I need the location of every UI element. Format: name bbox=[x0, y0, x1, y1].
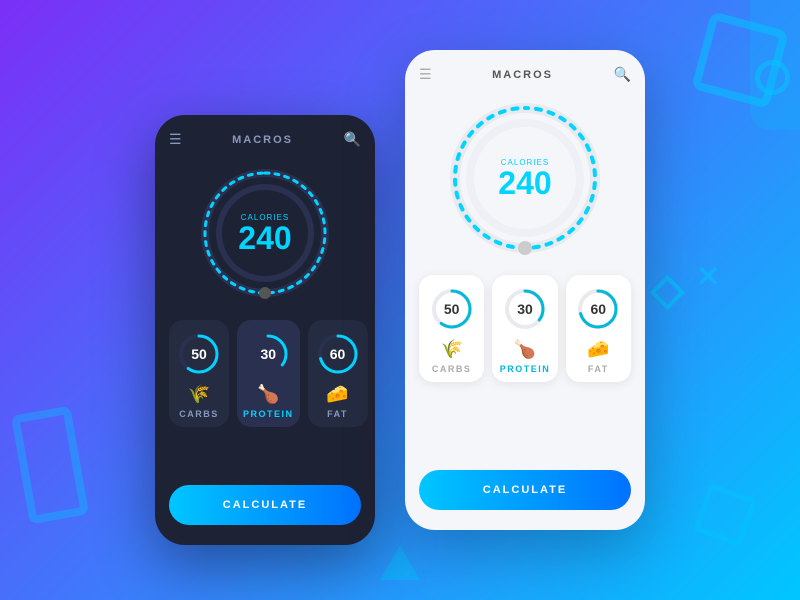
dark-fat-label: FAT bbox=[327, 409, 348, 419]
light-calculate-button[interactable]: CALCULATE bbox=[419, 470, 631, 510]
light-fat-value: 60 bbox=[591, 301, 607, 317]
light-fat-icon: 🧀 bbox=[587, 339, 609, 360]
dark-macro-protein[interactable]: 30 🍗 PROTEIN bbox=[237, 320, 300, 427]
dark-protein-label: PROTEIN bbox=[243, 409, 294, 419]
dark-macro-carbs[interactable]: 50 🌾 CARBS bbox=[169, 320, 229, 427]
light-phone: ☰ MACROS 🔍 CALORIES 240 bbox=[405, 50, 645, 530]
dark-protein-icon: 🍗 bbox=[257, 384, 279, 405]
light-carbs-icon: 🌾 bbox=[440, 339, 462, 360]
dark-carbs-label: CARBS bbox=[179, 409, 219, 419]
light-fat-label: FAT bbox=[588, 364, 609, 374]
dark-carbs-value: 50 bbox=[191, 346, 207, 362]
light-carbs-value: 50 bbox=[444, 301, 460, 317]
light-carbs-ring: 50 bbox=[428, 285, 476, 333]
light-macro-carbs[interactable]: 50 🌾 CARBS bbox=[419, 275, 484, 382]
dark-macro-fat[interactable]: 60 🧀 FAT bbox=[308, 320, 368, 427]
light-protein-value: 30 bbox=[517, 301, 533, 317]
dark-ring-container: CALORIES 240 bbox=[190, 158, 340, 308]
light-protein-icon: 🍗 bbox=[514, 339, 536, 360]
dark-phone: ☰ MACROS 🔍 CALORIES 240 bbox=[155, 115, 375, 545]
light-macro-protein[interactable]: 30 🍗 PROTEIN bbox=[492, 275, 557, 382]
dark-carbs-ring: 50 bbox=[175, 330, 223, 378]
light-protein-ring: 30 bbox=[501, 285, 549, 333]
dark-phone-title: MACROS bbox=[232, 134, 293, 146]
dark-fat-icon: 🧀 bbox=[326, 384, 348, 405]
dark-calories-value: 240 bbox=[238, 222, 291, 254]
dark-carbs-icon: 🌾 bbox=[188, 384, 210, 405]
dark-protein-ring: 30 bbox=[244, 330, 292, 378]
dark-fat-ring: 60 bbox=[314, 330, 362, 378]
light-calories-value: 240 bbox=[498, 167, 551, 199]
dark-macros-row: 50 🌾 CARBS 30 🍗 PROTEIN bbox=[169, 320, 361, 427]
light-search-icon[interactable]: 🔍 bbox=[614, 66, 631, 83]
dark-search-icon[interactable]: 🔍 bbox=[344, 131, 361, 148]
dark-protein-value: 30 bbox=[260, 346, 276, 362]
light-phone-header: ☰ MACROS 🔍 bbox=[419, 66, 631, 83]
light-menu-icon[interactable]: ☰ bbox=[419, 66, 432, 83]
light-phone-title: MACROS bbox=[492, 69, 553, 81]
dark-ring-center: CALORIES 240 bbox=[238, 213, 291, 254]
dark-menu-icon[interactable]: ☰ bbox=[169, 131, 182, 148]
light-fat-ring: 60 bbox=[574, 285, 622, 333]
light-carbs-label: CARBS bbox=[432, 364, 472, 374]
phones-container: ☰ MACROS 🔍 CALORIES 240 bbox=[0, 0, 800, 600]
dark-fat-value: 60 bbox=[330, 346, 346, 362]
light-ring-center: CALORIES 240 bbox=[498, 158, 551, 199]
light-macro-fat[interactable]: 60 🧀 FAT bbox=[566, 275, 631, 382]
dark-calculate-button[interactable]: CALCULATE bbox=[169, 485, 361, 525]
light-macros-row: 50 🌾 CARBS 30 🍗 PROTEIN bbox=[419, 275, 631, 382]
dark-phone-header: ☰ MACROS 🔍 bbox=[169, 131, 361, 148]
light-ring-container: CALORIES 240 bbox=[440, 93, 610, 263]
light-protein-label: PROTEIN bbox=[500, 364, 551, 374]
